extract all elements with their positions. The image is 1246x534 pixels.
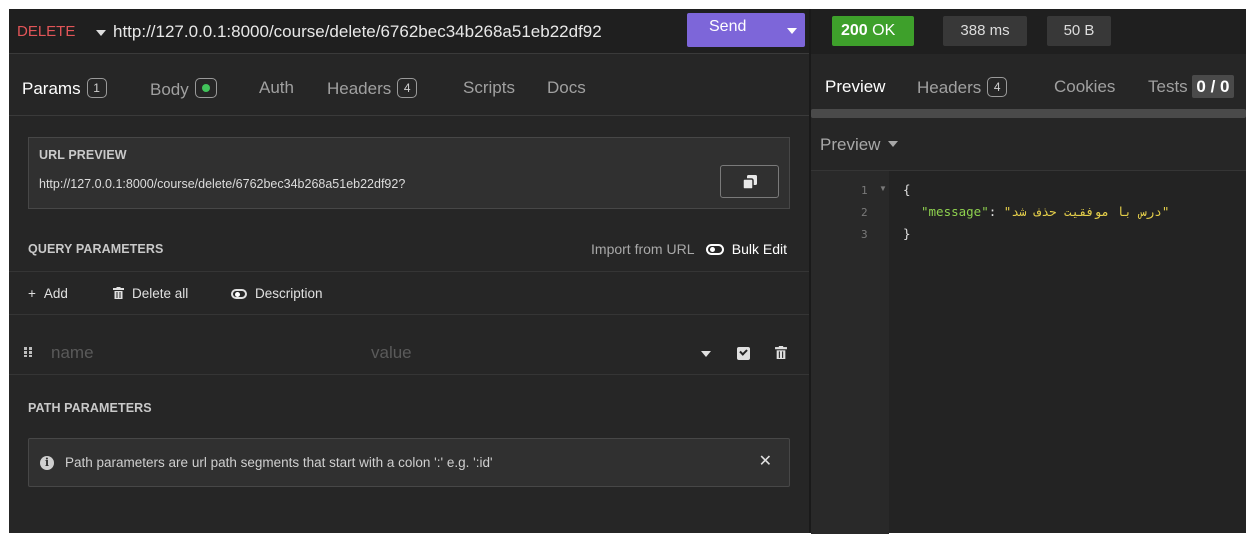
status-badge: 200 OK xyxy=(832,16,914,46)
path-parameters-info: i Path parameters are url path segments … xyxy=(28,438,790,487)
url-preview-value: http://127.0.0.1:8000/course/delete/6762… xyxy=(39,177,406,191)
param-name-input[interactable]: name xyxy=(51,343,94,363)
import-from-url-button[interactable]: Import from URL xyxy=(591,241,694,257)
response-headers-count-badge: 4 xyxy=(987,77,1008,97)
app-window: DELETE http://127.0.0.1:8000/course/dele… xyxy=(9,9,1246,534)
url-preview-title: URL PREVIEW xyxy=(39,148,127,162)
query-params-toolbar: + Add Delete all Description xyxy=(9,271,809,315)
response-body-viewer: 1 ▼ 2 3 { "message": "درس با موفقیت حذف … xyxy=(811,170,1246,534)
json-key: "message" xyxy=(921,204,989,219)
response-tabs: Preview Headers 4 Cookies Tests 0 / 0 xyxy=(811,66,1246,111)
tab-preview[interactable]: Preview xyxy=(825,77,885,97)
method-selector[interactable]: DELETE xyxy=(17,23,75,40)
response-status-bar: 200 OK 388 ms 50 B xyxy=(811,9,1246,54)
query-parameters-title: QUERY PARAMETERS xyxy=(28,242,164,256)
response-size-badge: 50 B xyxy=(1047,16,1111,46)
param-options-chevron-down-icon[interactable] xyxy=(701,351,711,357)
copy-url-button[interactable] xyxy=(720,165,779,198)
toggle-icon[interactable] xyxy=(705,244,724,255)
line-number: 2 xyxy=(861,206,868,219)
body-status-dot-icon xyxy=(194,78,217,98)
chevron-down-icon xyxy=(888,141,899,147)
json-close-brace: } xyxy=(903,226,911,241)
tab-body-label: Body xyxy=(150,80,189,99)
line-number: 1 xyxy=(861,184,868,197)
tab-cookies[interactable]: Cookies xyxy=(1054,77,1115,97)
add-param-label: Add xyxy=(43,286,68,301)
delete-all-button[interactable]: Delete all xyxy=(113,286,188,301)
line-number: 3 xyxy=(861,228,868,241)
description-label: Description xyxy=(255,286,323,301)
add-param-button[interactable]: + Add xyxy=(28,286,68,301)
line-number-gutter: 1 ▼ 2 3 xyxy=(811,171,889,534)
query-param-row: name value xyxy=(9,331,809,375)
request-bar: DELETE http://127.0.0.1:8000/course/dele… xyxy=(9,9,809,54)
tab-response-headers-label: Headers xyxy=(917,78,982,97)
tests-count-badge: 0 / 0 xyxy=(1192,75,1234,98)
response-time-badge: 388 ms xyxy=(943,16,1027,46)
trash-icon xyxy=(113,287,124,299)
fold-arrow-icon[interactable]: ▼ xyxy=(879,184,887,193)
preview-mode-label: Preview xyxy=(820,135,881,154)
toggle-icon xyxy=(231,289,247,299)
plus-icon: + xyxy=(28,286,36,301)
tab-docs[interactable]: Docs xyxy=(547,78,586,98)
url-preview-panel: URL PREVIEW http://127.0.0.1:8000/course… xyxy=(28,137,790,209)
tab-tests-label: Tests xyxy=(1148,77,1188,96)
tab-scripts[interactable]: Scripts xyxy=(463,78,515,98)
json-colon: : xyxy=(988,204,1004,219)
delete-param-trash-icon[interactable] xyxy=(775,346,787,359)
status-text: OK xyxy=(872,22,896,39)
description-toggle-button[interactable]: Description xyxy=(231,286,323,301)
close-icon[interactable]: ✕ xyxy=(759,451,772,471)
request-tabs: Params 1 Body Auth Headers 4 Scripts Docs xyxy=(9,66,809,116)
query-parameters-header: QUERY PARAMETERS Import from URL Bulk Ed… xyxy=(9,227,809,271)
method-dropdown-icon[interactable] xyxy=(96,30,106,36)
path-parameters-title: PATH PARAMETERS xyxy=(28,401,152,415)
preview-mode-dropdown[interactable]: Preview xyxy=(820,135,899,155)
params-count-badge: 1 xyxy=(86,78,107,98)
info-icon: i xyxy=(40,456,54,470)
send-options-chevron-down-icon[interactable] xyxy=(778,13,805,47)
path-parameters-info-text: Path parameters are url path segments th… xyxy=(65,455,493,470)
tab-body[interactable]: Body xyxy=(150,78,217,100)
tab-params-label: Params xyxy=(22,79,81,98)
json-string-value: "درس با موفقیت حذف شد" xyxy=(1003,204,1170,219)
status-code: 200 xyxy=(841,22,868,39)
delete-all-label: Delete all xyxy=(132,286,189,301)
send-button[interactable]: Send xyxy=(687,13,778,47)
tab-params[interactable]: Params 1 xyxy=(22,78,107,99)
tab-headers[interactable]: Headers 4 xyxy=(327,78,418,99)
query-actions: Import from URL Bulk Edit xyxy=(591,241,787,257)
bulk-edit-button[interactable]: Bulk Edit xyxy=(732,241,787,257)
url-input[interactable]: http://127.0.0.1:8000/course/delete/6762… xyxy=(113,22,602,42)
tab-tests[interactable]: Tests 0 / 0 xyxy=(1148,75,1234,98)
headers-count-badge: 4 xyxy=(397,78,418,98)
tabs-scrollbar[interactable] xyxy=(811,109,1246,118)
copy-icon xyxy=(743,175,757,189)
json-line-message: "message": "درس با موفقیت حذف شد" xyxy=(921,204,1169,219)
param-enabled-checkbox[interactable] xyxy=(737,347,750,360)
param-value-input[interactable]: value xyxy=(371,343,412,363)
tab-response-headers[interactable]: Headers 4 xyxy=(917,77,1008,98)
tab-auth[interactable]: Auth xyxy=(259,78,294,98)
tab-headers-label: Headers xyxy=(327,79,392,98)
json-open-brace: { xyxy=(903,182,911,197)
drag-handle-icon[interactable] xyxy=(24,347,34,357)
